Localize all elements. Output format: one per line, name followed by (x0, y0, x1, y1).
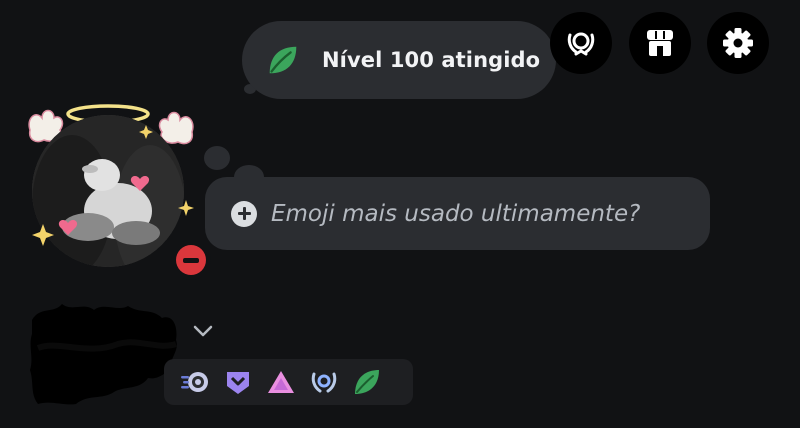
leaf-quest-icon (355, 370, 379, 394)
level-reached-text: Nível 100 atingido (322, 48, 541, 72)
triangle-badge-icon (268, 371, 294, 393)
badge-laurel[interactable] (309, 367, 339, 397)
hypesquad-bravery-icon (227, 372, 249, 394)
badges-button[interactable] (550, 12, 612, 74)
dnd-status-icon (176, 245, 206, 275)
nitro-boost-icon (181, 372, 208, 392)
status-indicator (171, 240, 211, 280)
gear-icon (723, 28, 753, 58)
badge-laurel-icon (567, 32, 595, 56)
redacted-username (30, 304, 177, 405)
settings-button[interactable] (707, 12, 769, 74)
shop-button[interactable] (629, 12, 691, 74)
custom-status-placeholder: Emoji mais usado ultimamente? (271, 200, 641, 227)
shop-icon (647, 30, 673, 56)
laurel-badge-icon (311, 372, 337, 393)
chevron-down-icon[interactable] (190, 318, 216, 344)
badge-leaf[interactable] (352, 367, 382, 397)
thought-dot (204, 146, 230, 170)
badge-nitro-boost[interactable] (180, 367, 210, 397)
badges-list (164, 359, 413, 405)
add-status-icon (231, 200, 257, 227)
leaf-icon (269, 46, 297, 74)
badge-triangle[interactable] (266, 367, 296, 397)
custom-status-bubble[interactable]: Emoji mais usado ultimamente? (205, 177, 710, 250)
avatar[interactable] (24, 100, 211, 280)
level-reached-bubble: Nível 100 atingido (242, 21, 556, 99)
badge-hypesquad[interactable] (223, 367, 253, 397)
